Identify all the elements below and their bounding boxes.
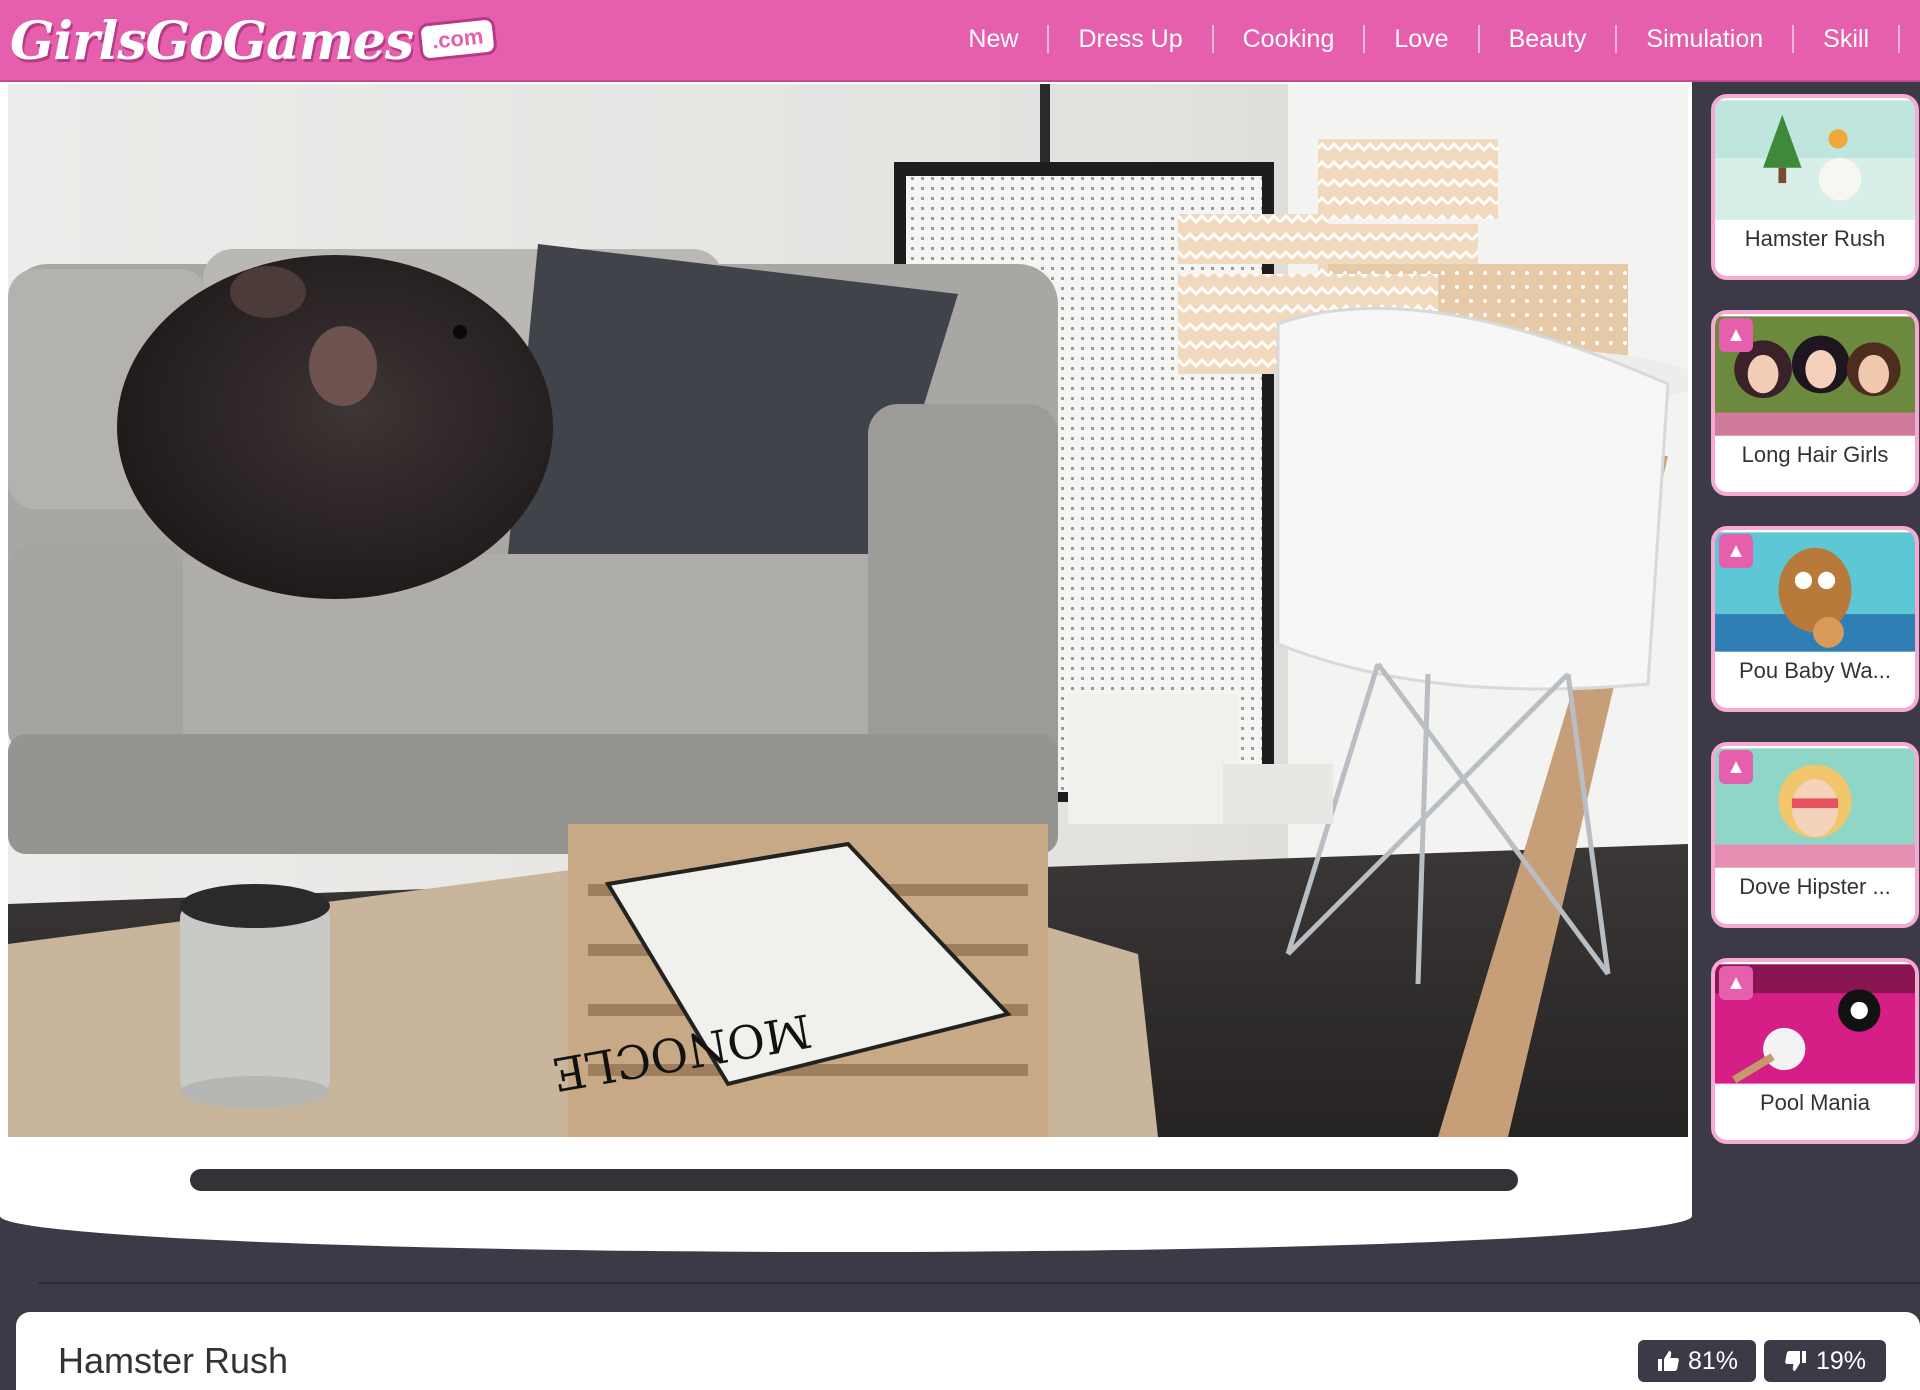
nav-simulation[interactable]: Simulation — [1617, 25, 1795, 53]
game-card[interactable]: ▲ Long Hair Girls — [1711, 310, 1919, 496]
flame-icon: ▲ — [1719, 750, 1753, 784]
flame-icon: ▲ — [1719, 966, 1753, 1000]
loading-progress-bar — [190, 1169, 1518, 1191]
flame-icon: ▲ — [1719, 534, 1753, 568]
thumbs-down-icon — [1785, 1351, 1806, 1371]
like-percentage: 81% — [1687, 1346, 1739, 1375]
nav-cooking[interactable]: Cooking — [1214, 25, 1366, 53]
game-card[interactable]: ▲ Pool Mania — [1711, 958, 1919, 1144]
game-card-title: Hamster Rush — [1744, 226, 1886, 251]
game-info-panel: Hamster Rush 81% 19% — [16, 1312, 1920, 1390]
nav-skill[interactable]: Skill — [1794, 25, 1900, 53]
logo-suffix: .com — [417, 16, 499, 62]
dislike-percentage: 19% — [1815, 1346, 1867, 1375]
game-card[interactable]: ▲ Dove Hipster ... — [1711, 742, 1919, 928]
flame-icon: ▲ — [1719, 318, 1753, 352]
nav-beauty[interactable]: Beauty — [1480, 25, 1618, 53]
game-canvas[interactable]: MONOCLE — [8, 84, 1688, 1137]
game-card-title: Pool Mania — [1759, 1090, 1871, 1115]
nav-love[interactable]: Love — [1365, 25, 1480, 53]
nav-dress-up[interactable]: Dress Up — [1049, 25, 1214, 53]
living-room-scene: MONOCLE — [8, 84, 1688, 1137]
site-header: GirlsGoGames .com New Dress Up Cooking L… — [0, 0, 1920, 82]
nav-new[interactable]: New — [939, 25, 1050, 53]
like-button[interactable]: 81% — [1638, 1340, 1756, 1382]
main-nav: New Dress Up Cooking Love Beauty Simulat… — [939, 0, 1900, 78]
section-divider — [38, 1282, 1920, 1284]
game-thumbnail — [1715, 100, 1915, 220]
game-card-title: Pou Baby Wa... — [1738, 658, 1892, 683]
game-card-title: Dove Hipster ... — [1739, 874, 1891, 899]
game-frame: MONOCLE — [0, 82, 1692, 1252]
thumbs-up-icon — [1657, 1351, 1679, 1371]
logo-text: GirlsGoGames — [10, 10, 414, 72]
dislike-button[interactable]: 19% — [1764, 1340, 1886, 1382]
game-card[interactable]: Hamster Rush — [1711, 94, 1919, 280]
site-logo[interactable]: GirlsGoGames .com — [10, 6, 499, 76]
game-card-title: Long Hair Girls — [1741, 442, 1889, 467]
game-title: Hamster Rush — [58, 1340, 289, 1381]
game-card[interactable]: ▲ Pou Baby Wa... — [1711, 526, 1919, 712]
